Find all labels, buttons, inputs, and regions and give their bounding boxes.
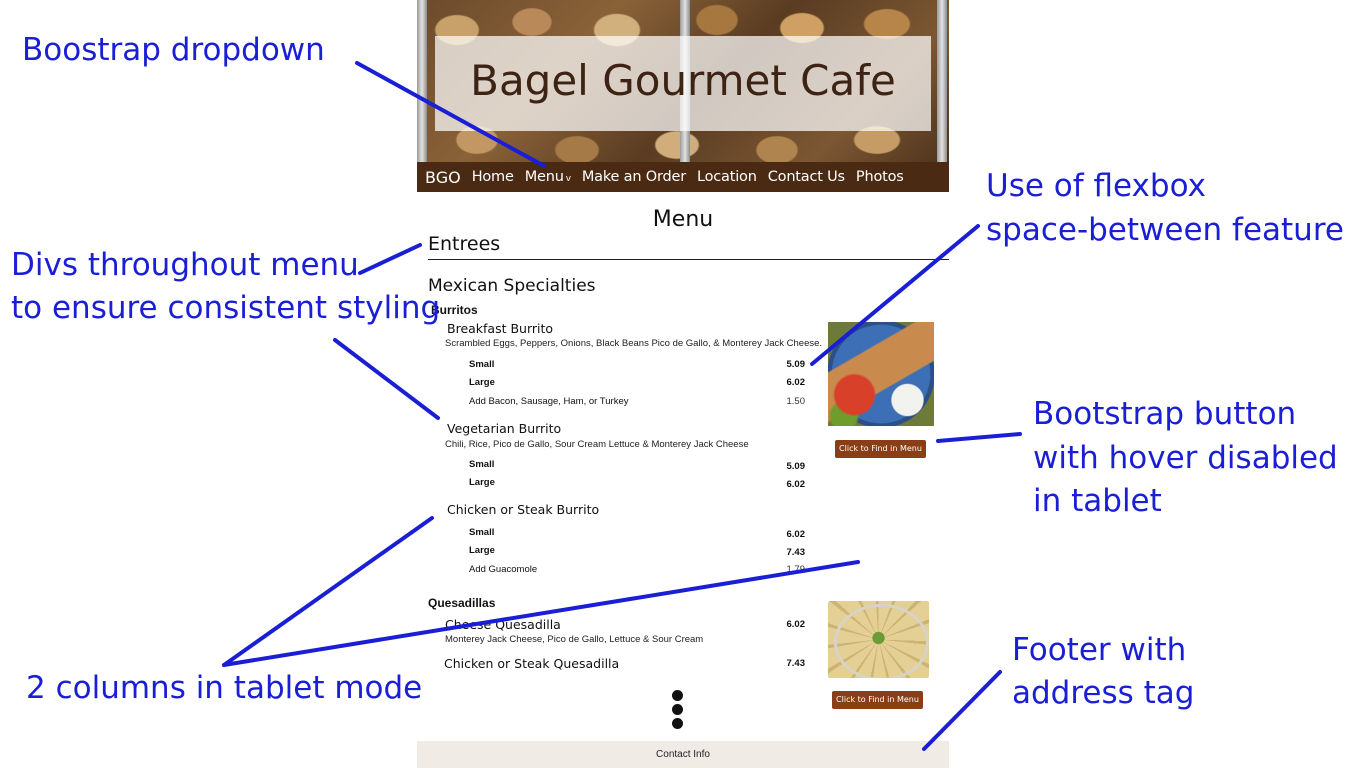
category-quesadillas: Quesadillas	[428, 596, 496, 610]
ellipsis-dot	[672, 718, 683, 729]
nav-item-make-order[interactable]: Make an Order	[582, 169, 686, 185]
find-in-menu-button[interactable]: Click to Find in Menu	[835, 440, 926, 458]
menu-item-description: Scrambled Eggs, Peppers, Onions, Black B…	[445, 338, 823, 349]
option-price: 6.02	[786, 377, 806, 388]
option-label: Small	[469, 527, 495, 538]
nav-brand[interactable]: BGO	[425, 168, 461, 187]
section-title: Mexican Specialties	[428, 276, 596, 296]
annotation-dropdown: Boostrap dropdown	[22, 32, 325, 68]
option-price: 5.09	[786, 359, 806, 370]
option-label: Add Bacon, Sausage, Ham, or Turkey	[469, 396, 629, 407]
menu-item-name: Breakfast Burrito	[447, 321, 554, 336]
chevron-down-icon: v	[565, 174, 571, 184]
option-label: Small	[469, 359, 495, 370]
option-price: 1.79	[786, 564, 806, 575]
hero-image-pole	[417, 0, 427, 162]
option-label: Large	[469, 477, 495, 488]
divider	[428, 259, 949, 260]
annotation-footer-line2: address tag	[1012, 675, 1195, 711]
annotation-footer-line1: Footer with	[1012, 632, 1187, 668]
page-title: Menu	[652, 207, 714, 232]
annotation-divs-line2: to ensure consistent styling	[11, 290, 441, 326]
option-price: 7.43	[786, 547, 806, 558]
annotation-button-line3: in tablet	[1033, 483, 1162, 519]
annotation-flexbox-line1: Use of flexbox	[986, 168, 1206, 204]
nav-item-contact[interactable]: Contact Us	[768, 169, 845, 185]
entrees-heading: Entrees	[428, 233, 501, 255]
site-screenshot: Bagel Gourmet Cafe BGO Home Menu v Make a…	[417, 0, 949, 768]
option-price: 6.02	[786, 479, 806, 490]
hero-banner: Bagel Gourmet Cafe	[417, 0, 949, 162]
option-label: Small	[469, 459, 495, 470]
nav-item-location[interactable]: Location	[697, 169, 757, 185]
option-price: 1.50	[786, 396, 806, 407]
nav-item-menu-dropdown[interactable]: Menu v	[525, 169, 571, 185]
option-label: Add Guacomole	[469, 564, 538, 575]
menu-item-name: Chicken or Steak Quesadilla	[444, 656, 620, 671]
quesadilla-photo	[828, 601, 929, 678]
annotation-button-line2: with hover disabled	[1033, 440, 1338, 476]
annotation-columns: 2 columns in tablet mode	[26, 670, 423, 706]
hero-title-box: Bagel Gourmet Cafe	[435, 36, 931, 131]
menu-item-description: Monterey Jack Cheese, Pico de Gallo, Let…	[445, 634, 704, 645]
annotation-line-button	[936, 432, 1022, 443]
find-in-menu-button[interactable]: Click to Find in Menu	[832, 691, 923, 709]
annotation-line-columns-left	[222, 516, 434, 667]
menu-item-name: Chicken or Steak Burrito	[447, 502, 600, 517]
nav-item-photos[interactable]: Photos	[856, 169, 904, 185]
option-label: Large	[469, 545, 495, 556]
annotation-line-divs-top	[358, 243, 422, 275]
annotation-button-line1: Bootstrap button	[1033, 396, 1297, 432]
nav-item-menu-label: Menu	[524, 169, 564, 185]
annotation-flexbox-line2: space-between feature	[986, 212, 1344, 248]
menu-item-name: Vegetarian Burrito	[447, 421, 562, 436]
menu-item-description: Chili, Rice, Pico de Gallo, Sour Cream L…	[445, 439, 749, 450]
ellipsis-dot	[672, 690, 683, 701]
hero-title: Bagel Gourmet Cafe	[470, 56, 896, 105]
menu-item-name: Cheese Quesadilla	[445, 617, 561, 632]
menu-item-price: 6.02	[786, 619, 806, 630]
hero-image-pole	[937, 0, 947, 162]
menu-item-price: 7.43	[786, 658, 806, 669]
ellipsis-dot	[672, 704, 683, 715]
nav-item-home[interactable]: Home	[472, 169, 514, 185]
option-label: Large	[469, 377, 495, 388]
option-price: 6.02	[786, 529, 806, 540]
navbar: BGO Home Menu v Make an Order Location Co…	[417, 162, 949, 192]
annotation-divs-line1: Divs throughout menu	[11, 247, 359, 283]
footer-contact-info: Contact Info	[417, 741, 949, 768]
option-price: 5.09	[786, 461, 806, 472]
burrito-photo	[828, 322, 934, 426]
